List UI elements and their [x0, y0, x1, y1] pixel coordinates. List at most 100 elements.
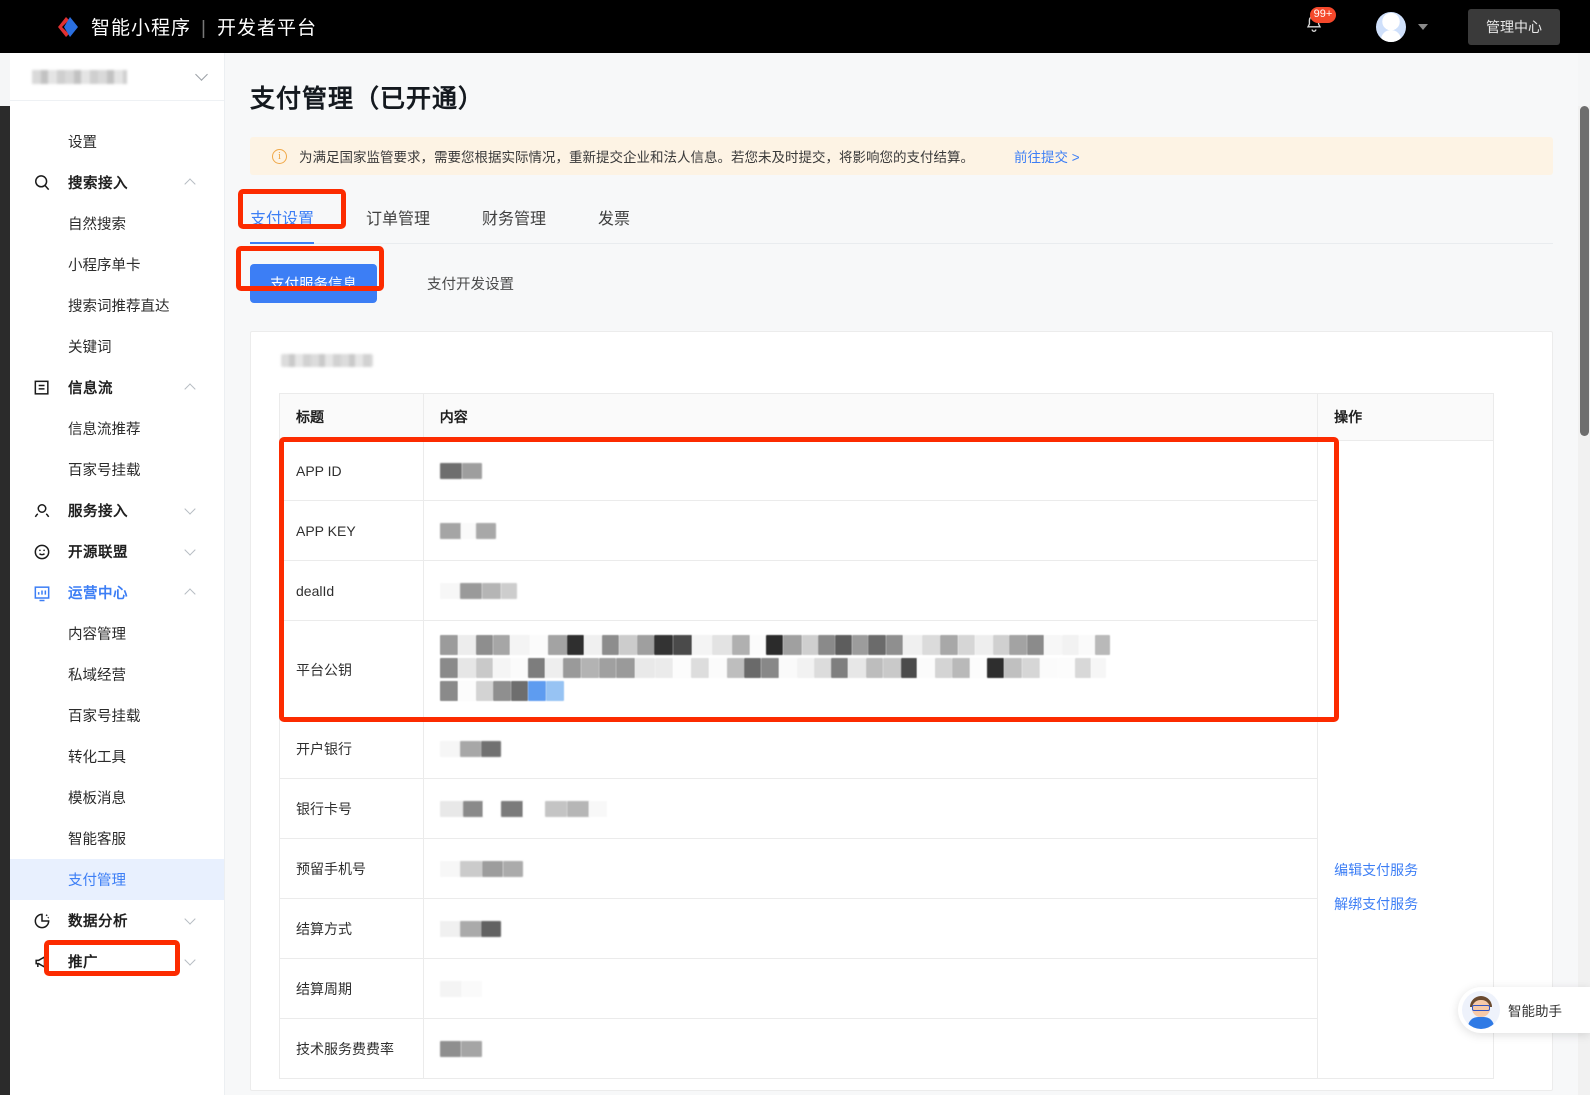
- sidebar-nav: 运营与提升 设置 搜索接入 自然搜索: [10, 53, 225, 1095]
- page-scrollbar[interactable]: [1578, 106, 1590, 1095]
- sidebar-item-label: 运营中心: [68, 586, 128, 602]
- platform-name: 开发者平台: [216, 18, 317, 39]
- notifications-button[interactable]: 99+: [1294, 6, 1336, 47]
- tab-invoice[interactable]: 发票: [598, 203, 630, 243]
- brand-name: 智能小程序: [91, 18, 192, 39]
- sidebar-item-label: 百家号挂载: [68, 463, 141, 479]
- sidebar-item-template-message[interactable]: 模板消息: [10, 777, 224, 818]
- brand-logo-group[interactable]: 智能小程序 | 开发者平台: [55, 13, 317, 40]
- nav-list: 运营与提升 设置 搜索接入 自然搜索: [10, 101, 224, 982]
- sidebar-item-private-domain[interactable]: 私域经营: [10, 654, 224, 695]
- search-icon: [32, 172, 58, 194]
- tab-order-management[interactable]: 订单管理: [366, 203, 430, 243]
- sidebar-item-label: 搜索接入: [68, 176, 128, 192]
- table-row: 银行卡号: [279, 778, 1494, 839]
- sidebar-item-operations-improve[interactable]: 运营与提升: [10, 101, 224, 121]
- pie-chart-icon: [32, 910, 58, 932]
- sidebar-item-conversion-tools[interactable]: 转化工具: [10, 736, 224, 777]
- tab-finance-management[interactable]: 财务管理: [482, 203, 546, 243]
- edit-payment-service-link[interactable]: 编辑支付服务: [1334, 860, 1493, 880]
- diamond-logo-icon: [55, 14, 81, 40]
- sidebar-item-label: 信息流推荐: [68, 422, 141, 438]
- info-circle-icon: i: [272, 148, 287, 164]
- chevron-down-icon: [184, 543, 196, 556]
- sidebar-item-label: 搜索词推荐直达: [68, 299, 170, 315]
- column-header-action: 操作: [1317, 393, 1494, 441]
- assistant-label: 智能助手: [1508, 1004, 1562, 1019]
- table-header-row: 标题 内容 操作: [279, 393, 1494, 441]
- scrollbar-thumb[interactable]: [1580, 106, 1589, 436]
- row-value-masked: [422, 958, 1319, 1019]
- sidebar-group-opensource-alliance[interactable]: 开源联盟: [10, 531, 224, 572]
- sidebar-item-miniprogram-card[interactable]: 小程序单卡: [10, 244, 224, 285]
- row-value-masked: [422, 778, 1319, 839]
- sidebar-item-natural-search[interactable]: 自然搜索: [10, 203, 224, 244]
- row-label-bank: 开户银行: [279, 718, 424, 779]
- row-label-settlement-method: 结算方式: [279, 898, 424, 959]
- sidebar-item-baijiahao-mount[interactable]: 百家号挂载: [10, 449, 224, 490]
- chevron-down-icon: [184, 502, 196, 515]
- sidebar-item-label: 服务接入: [68, 504, 128, 520]
- payment-info-table: 标题 内容 操作 APP ID 编辑支付服务 解绑支付服务 APP KEY de…: [279, 393, 1494, 1079]
- sidebar-group-operation-center[interactable]: 运营中心: [10, 572, 224, 613]
- table-row: 开户银行: [279, 718, 1494, 779]
- manage-center-button[interactable]: 管理中心: [1468, 8, 1560, 45]
- row-label-reserved-phone: 预留手机号: [279, 838, 424, 899]
- row-label-platform-public-key: 平台公钥: [279, 620, 424, 719]
- chart-panel-icon: [32, 582, 58, 604]
- user-menu[interactable]: [1376, 11, 1428, 42]
- chevron-up-icon: [184, 383, 196, 395]
- sidebar-item-settings[interactable]: 设置: [10, 121, 224, 162]
- row-value-masked: [422, 718, 1319, 779]
- sidebar-group-service-access[interactable]: 服务接入: [10, 490, 224, 531]
- card-title-masked: [281, 354, 373, 367]
- sidebar-item-label: 自然搜索: [68, 217, 126, 233]
- row-label-dealid: dealId: [279, 560, 424, 621]
- primary-tabs: 支付设置 订单管理 财务管理 发票: [250, 203, 1553, 244]
- sidebar-group-feed[interactable]: 信息流: [10, 367, 224, 408]
- sidebar-item-label: 内容管理: [68, 627, 126, 643]
- sidebar-item-smart-service[interactable]: 智能客服: [10, 818, 224, 859]
- sidebar-group-data-analysis[interactable]: 数据分析: [10, 900, 224, 941]
- sidebar-item-label: 模板消息: [68, 791, 126, 807]
- banner-text: 为满足国家监管要求，需要您根据实际情况，重新提交企业和法人信息。若您未及时提交，…: [299, 150, 974, 165]
- row-label-app-id: APP ID: [279, 440, 424, 501]
- chevron-up-icon: [184, 178, 196, 190]
- table-row: 结算方式: [279, 898, 1494, 959]
- megaphone-icon: [32, 951, 58, 973]
- account-switcher[interactable]: [10, 53, 224, 101]
- subtab-payment-service-info[interactable]: 支付服务信息: [250, 264, 377, 303]
- subtab-payment-dev-settings[interactable]: 支付开发设置: [427, 273, 514, 294]
- chevron-up-icon: [184, 588, 196, 600]
- notification-count-badge: 99+: [1310, 6, 1336, 23]
- sidebar-item-baijiahao-mount-2[interactable]: 百家号挂载: [10, 695, 224, 736]
- brand-separator: |: [201, 18, 207, 39]
- table-row: 结算周期: [279, 958, 1494, 1019]
- smart-assistant-widget[interactable]: 智能助手: [1458, 987, 1590, 1033]
- row-value-masked: [422, 500, 1319, 561]
- row-label-settlement-cycle: 结算周期: [279, 958, 424, 1019]
- sidebar-item-label: 百家号挂载: [68, 709, 141, 725]
- sidebar-item-feed-recommend[interactable]: 信息流推荐: [10, 408, 224, 449]
- table-row: 技术服务费费率: [279, 1018, 1494, 1079]
- row-value-masked: [422, 838, 1319, 899]
- sidebar-item-keyword-recommend[interactable]: 搜索词推荐直达: [10, 285, 224, 326]
- opensource-icon: [32, 541, 58, 563]
- sidebar-group-search-access[interactable]: 搜索接入: [10, 162, 224, 203]
- banner-submit-link[interactable]: 前往提交 >: [1014, 146, 1080, 166]
- sidebar-item-content-management[interactable]: 内容管理: [10, 613, 224, 654]
- sidebar-item-label: 私域经营: [68, 668, 126, 684]
- sidebar-item-label: 信息流: [68, 381, 113, 397]
- unbind-payment-service-link[interactable]: 解绑支付服务: [1334, 894, 1493, 914]
- row-value-masked: [422, 440, 1319, 501]
- sidebar-item-keywords[interactable]: 关键词: [10, 326, 224, 367]
- sidebar-item-label: 转化工具: [68, 750, 126, 766]
- tab-payment-settings[interactable]: 支付设置: [250, 203, 315, 244]
- row-value-masked: [422, 620, 1319, 719]
- header-actions: 99+ 管理中心: [1294, 0, 1590, 53]
- sidebar-item-payment-management[interactable]: 支付管理: [10, 859, 224, 900]
- table-row: APP KEY: [279, 500, 1494, 561]
- sidebar-item-label: 设置: [68, 135, 97, 151]
- sidebar-group-promotion[interactable]: 推广: [10, 941, 224, 982]
- sidebar-item-label: 开源联盟: [68, 545, 128, 561]
